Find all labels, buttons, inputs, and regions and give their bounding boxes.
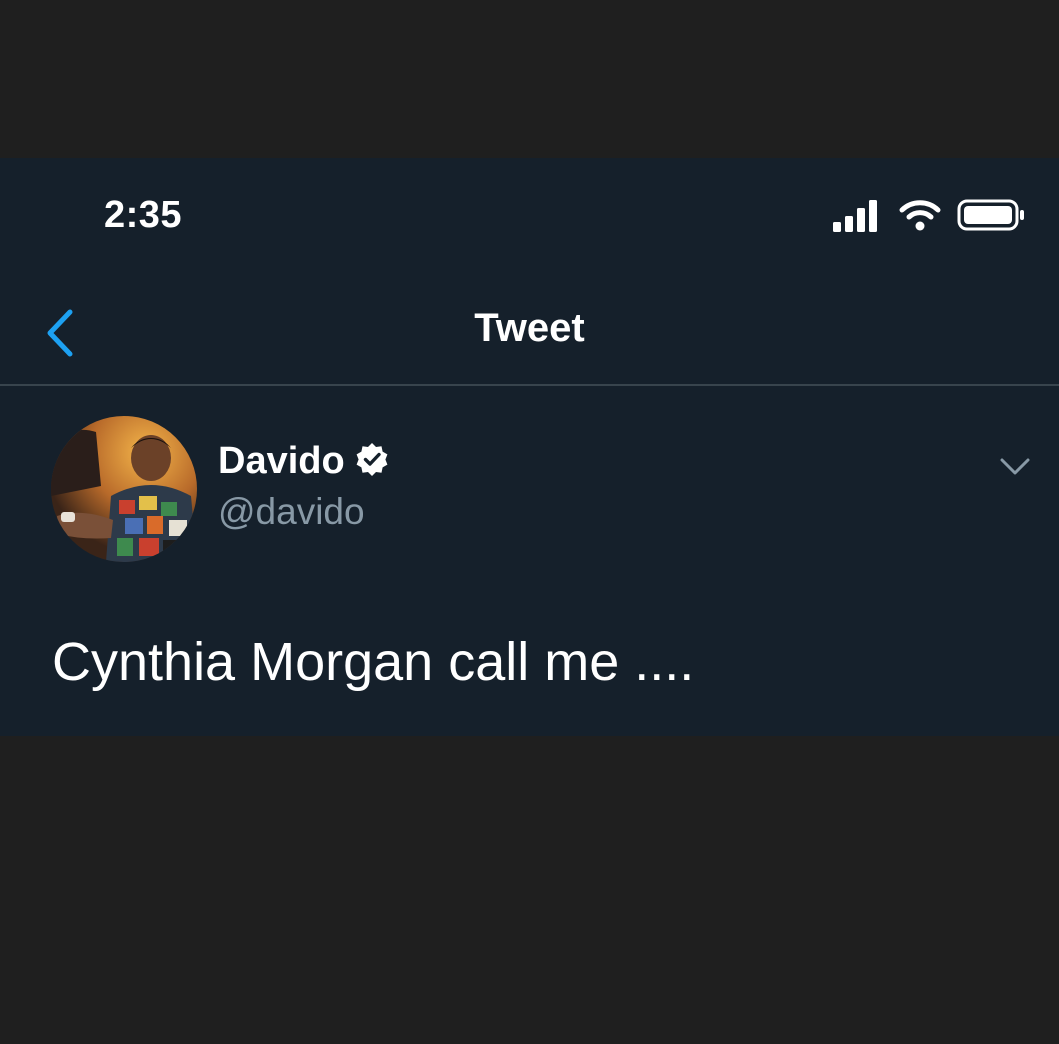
avatar[interactable] (51, 416, 197, 562)
more-options-button[interactable] (999, 450, 1031, 482)
signal-icon (833, 198, 883, 237)
tweet[interactable]: Davido @davido Cynthia Morgan call me ..… (0, 386, 1059, 736)
app-screen: 2:35 Tweet Davido @davido Cynthia Morgan… (0, 158, 1059, 736)
status-icons (833, 198, 1025, 237)
nav-bar: Tweet (0, 278, 1059, 386)
status-bar: 2:35 (0, 158, 1059, 278)
display-name[interactable]: Davido (218, 440, 345, 483)
chevron-down-icon (999, 458, 1031, 486)
page-title: Tweet (474, 306, 585, 350)
display-name-row: Davido (218, 440, 389, 483)
status-time: 2:35 (104, 194, 183, 236)
tweet-text: Cynthia Morgan call me .... (52, 632, 695, 692)
wifi-icon (899, 198, 941, 237)
battery-icon (957, 198, 1025, 237)
author-info[interactable]: Davido @davido (218, 440, 389, 533)
verified-badge-icon (355, 442, 389, 481)
user-handle[interactable]: @davido (218, 491, 389, 533)
